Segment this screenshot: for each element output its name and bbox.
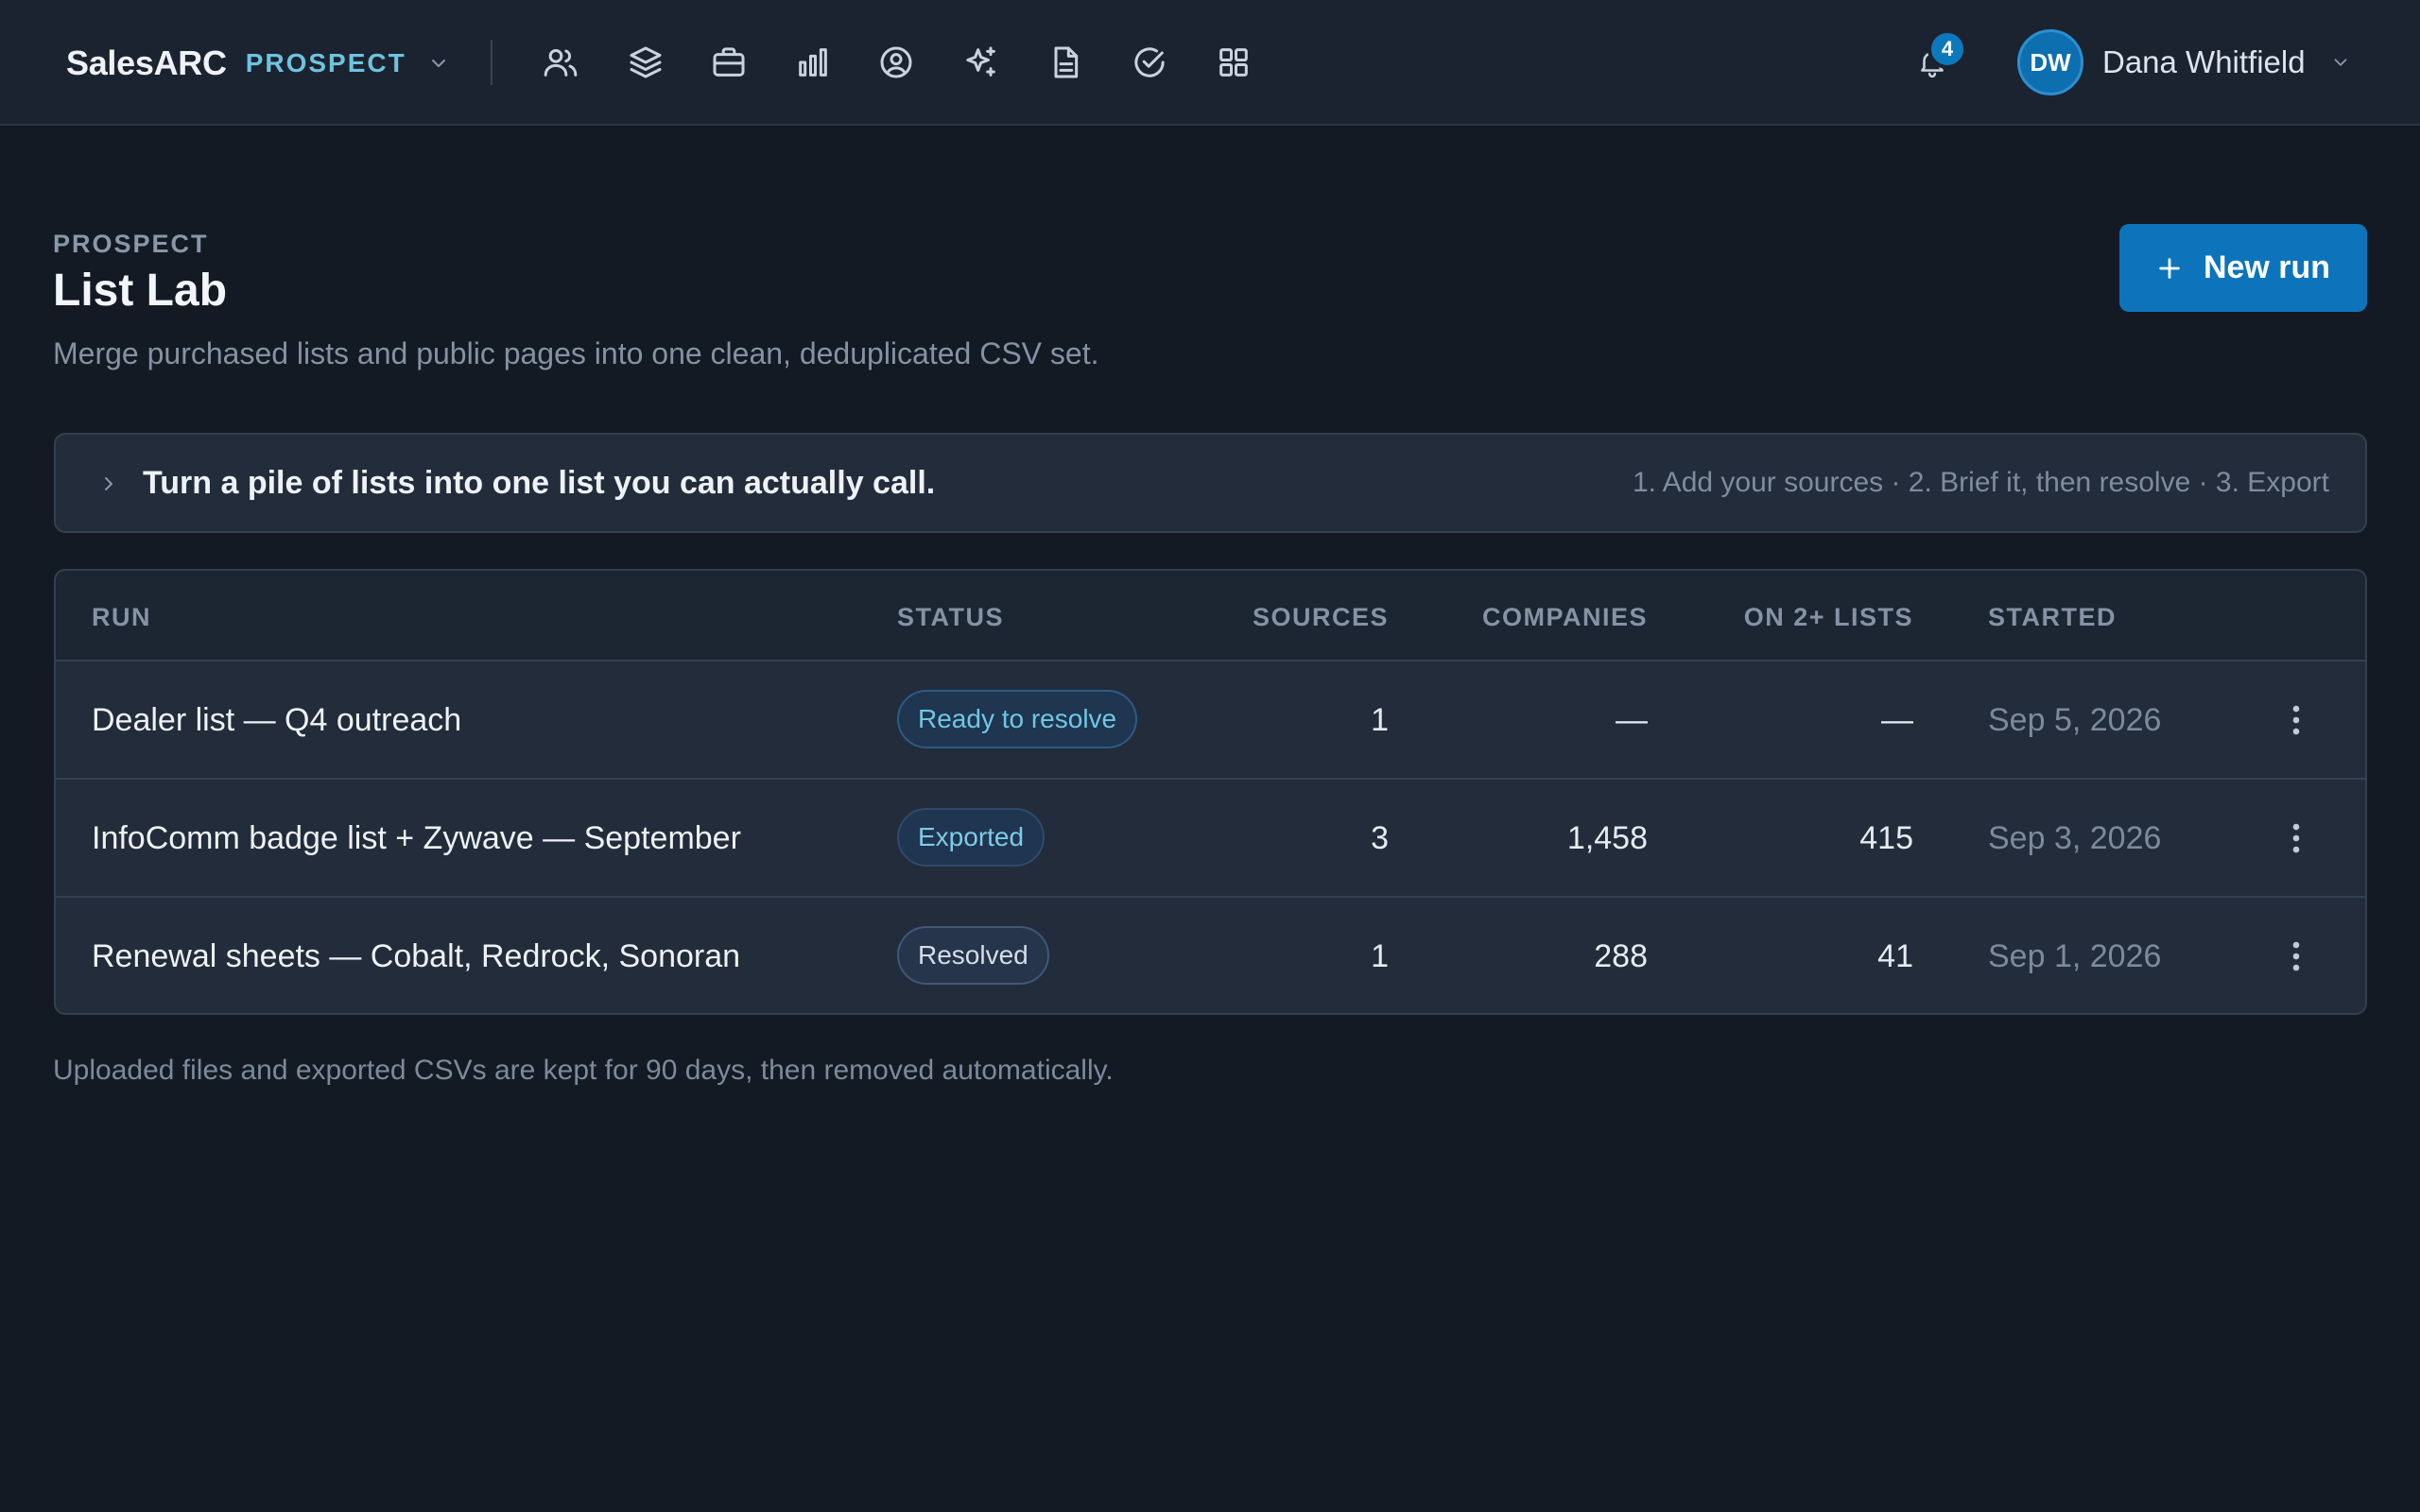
more-options-icon[interactable]: [2275, 699, 2317, 741]
sources-count: 3: [1371, 820, 1389, 856]
layers-icon[interactable]: [624, 41, 667, 84]
chevron-right-icon: [105, 477, 112, 490]
column-header-companies[interactable]: COMPANIES: [1482, 603, 1648, 632]
bar-chart-icon[interactable]: [791, 41, 835, 84]
banner-steps: 1. Add your sources · 2. Brief it, then …: [1632, 467, 2329, 498]
status-badge: Resolved: [897, 926, 1049, 985]
user-name: Dana Whitfield: [2102, 44, 2306, 79]
check-circle-icon[interactable]: [1128, 41, 1171, 84]
column-header-started[interactable]: STARTED: [1988, 603, 2117, 632]
briefcase-icon[interactable]: [707, 41, 751, 84]
on-multiple-lists-count: 41: [1877, 938, 1913, 974]
companies-count: —: [1616, 702, 1648, 738]
more-options-icon[interactable]: [2275, 936, 2317, 977]
page-subtitle: Merge purchased lists and public pages i…: [53, 336, 1099, 370]
how-it-works-banner[interactable]: Turn a pile of lists into one list you c…: [54, 433, 2367, 533]
brand-name: SalesARC: [66, 43, 227, 82]
sources-count: 1: [1371, 702, 1389, 738]
product-name: PROSPECT: [245, 47, 406, 77]
run-name[interactable]: InfoComm badge list + Zywave — September: [92, 780, 741, 898]
companies-count: 1,458: [1566, 820, 1648, 856]
on-multiple-lists-count: —: [1881, 702, 1913, 738]
sources-count: 1: [1371, 938, 1389, 974]
more-options-icon[interactable]: [2275, 817, 2317, 859]
plus-icon: [2159, 257, 2180, 279]
chevron-down-icon: [427, 51, 452, 76]
column-header-run[interactable]: RUN: [92, 603, 151, 632]
banner-title: Turn a pile of lists into one list you c…: [143, 465, 936, 501]
chevron-down-icon: [2330, 51, 2353, 74]
column-header-sources[interactable]: SOURCES: [1253, 603, 1389, 632]
user-circle-icon[interactable]: [874, 41, 918, 84]
companies-count: 288: [1594, 938, 1648, 974]
table-header: RUN STATUS SOURCES COMPANIES ON 2+ LISTS…: [56, 571, 2365, 662]
started-date: Sep 1, 2026: [1988, 938, 2162, 974]
document-icon[interactable]: [1044, 41, 1087, 84]
grid-icon[interactable]: [1212, 41, 1255, 84]
page-eyebrow: PROSPECT: [53, 230, 209, 258]
notification-count-badge: 4: [1927, 29, 1967, 69]
page-title: List Lab: [53, 266, 228, 316]
topbar-divider: [491, 40, 493, 85]
runs-table: RUN STATUS SOURCES COMPANIES ON 2+ LISTS…: [54, 569, 2367, 1015]
people-icon[interactable]: [539, 41, 582, 84]
started-date: Sep 5, 2026: [1988, 702, 2162, 738]
user-menu[interactable]: DW Dana Whitfield: [2017, 29, 2353, 95]
table-row[interactable]: InfoComm badge list + Zywave — September…: [56, 780, 2365, 898]
product-switcher[interactable]: SalesARC PROSPECT: [66, 0, 452, 126]
on-multiple-lists-count: 415: [1859, 820, 1913, 856]
run-name[interactable]: Dealer list — Q4 outreach: [92, 662, 461, 780]
status-badge: Exported: [897, 808, 1046, 867]
retention-note: Uploaded files and exported CSVs are kep…: [53, 1055, 1114, 1086]
sparkles-icon[interactable]: [959, 41, 1003, 84]
top-navigation-bar: SalesARC PROSPECT 4 DW Dana Whitfield: [0, 0, 2420, 126]
started-date: Sep 3, 2026: [1988, 820, 2162, 856]
status-badge: Ready to resolve: [897, 690, 1138, 748]
new-run-label: New run: [2203, 249, 2331, 285]
table-row[interactable]: Renewal sheets — Cobalt, Redrock, Sonora…: [56, 898, 2365, 1013]
run-name[interactable]: Renewal sheets — Cobalt, Redrock, Sonora…: [92, 898, 740, 1013]
column-header-status[interactable]: STATUS: [897, 603, 1004, 632]
new-run-button[interactable]: New run: [2119, 224, 2367, 312]
table-row[interactable]: Dealer list — Q4 outreach Ready to resol…: [56, 662, 2365, 780]
column-header-on-multiple-lists[interactable]: ON 2+ LISTS: [1744, 603, 1913, 632]
avatar: DW: [2017, 29, 2083, 95]
